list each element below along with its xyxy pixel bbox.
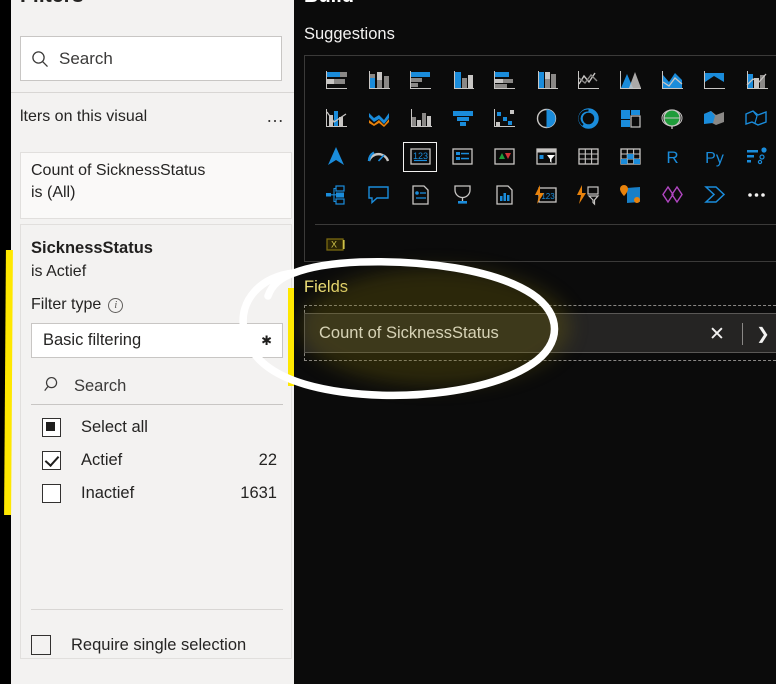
checkbox-partial-icon[interactable] bbox=[42, 418, 61, 437]
divider bbox=[315, 224, 776, 225]
ellipsis-icon[interactable]: ⋯ bbox=[754, 0, 772, 6]
filter-card-condition: is (All) bbox=[31, 184, 76, 201]
svg-text:X: X bbox=[330, 240, 336, 250]
suggestions-gallery: 123 R Py 123 X bbox=[304, 55, 776, 262]
suggestions-row: 123 bbox=[315, 176, 776, 214]
chevron-right-icon[interactable]: ❯ bbox=[751, 322, 775, 346]
filter-card-count-of-sicknessstatus[interactable]: Count of SicknessStatus is (All) bbox=[20, 152, 292, 219]
qa-visual-icon[interactable] bbox=[357, 176, 399, 214]
key-influencers-icon[interactable] bbox=[735, 138, 776, 176]
divider bbox=[31, 609, 283, 610]
suggestions-row bbox=[315, 62, 776, 100]
area-chart-icon[interactable] bbox=[609, 62, 651, 100]
stacked-column-chart-icon[interactable] bbox=[357, 62, 399, 100]
paginated-report-icon[interactable] bbox=[441, 176, 483, 214]
multi-row-card-icon[interactable] bbox=[441, 138, 483, 176]
table-icon[interactable] bbox=[567, 138, 609, 176]
filter-value-row-select-all[interactable]: Select all bbox=[31, 411, 283, 444]
section-more-icon[interactable]: … bbox=[266, 106, 285, 127]
build-pane-title: Build bbox=[304, 0, 354, 8]
divider bbox=[11, 92, 294, 93]
clustered-column-chart-icon[interactable] bbox=[441, 62, 483, 100]
filters-on-this-visual-label: lters on this visual bbox=[20, 108, 148, 125]
filter-value-count: 22 bbox=[258, 451, 277, 469]
chevron-down-icon[interactable]: ⌄ bbox=[223, 0, 236, 4]
info-icon[interactable]: i bbox=[108, 297, 124, 313]
filters-search-placeholder: Search bbox=[59, 48, 113, 68]
chevron-double-right-icon[interactable]: » bbox=[261, 0, 271, 5]
map-icon[interactable] bbox=[651, 100, 693, 138]
100-stacked-column-chart-icon[interactable] bbox=[525, 62, 567, 100]
line-and-stacked-column-chart-icon[interactable] bbox=[735, 62, 776, 100]
stacked-bar-chart-icon[interactable] bbox=[315, 62, 357, 100]
pin-icon[interactable]: ■ bbox=[0, 0, 11, 6]
power-apps-icon[interactable]: 123 bbox=[525, 176, 567, 214]
checkbox-checked-icon[interactable] bbox=[42, 451, 61, 470]
annotation-circle bbox=[239, 257, 559, 400]
filled-map-icon[interactable] bbox=[693, 100, 735, 138]
line-and-clustered-column-chart-icon[interactable] bbox=[315, 100, 357, 138]
screenshot-root: Filters ■ ⌄ » Search lters on this visua… bbox=[0, 0, 776, 684]
power-automate-icon[interactable] bbox=[567, 176, 609, 214]
more-visuals-icon[interactable] bbox=[735, 176, 776, 214]
arcgis-map-icon[interactable] bbox=[609, 176, 651, 214]
slicer-icon[interactable] bbox=[525, 138, 567, 176]
azure-map-icon[interactable] bbox=[315, 138, 357, 176]
smart-narrative-icon[interactable] bbox=[399, 176, 441, 214]
filter-type-label: Filter type bbox=[31, 296, 102, 313]
suggestions-row bbox=[315, 100, 776, 138]
ribbon-chart-icon[interactable] bbox=[693, 62, 735, 100]
divider bbox=[742, 323, 743, 345]
donut-chart-icon[interactable] bbox=[567, 100, 609, 138]
gauge-chart-icon[interactable] bbox=[357, 138, 399, 176]
waterfall-chart-icon[interactable] bbox=[357, 100, 399, 138]
line-chart-icon[interactable] bbox=[567, 62, 609, 100]
filters-pane-title: Filters bbox=[20, 0, 84, 8]
power-bi-report-icon[interactable] bbox=[693, 176, 735, 214]
clustered-bar-chart-icon[interactable] bbox=[399, 62, 441, 100]
card-icon[interactable]: 123 bbox=[399, 138, 441, 176]
close-icon[interactable]: ✕ bbox=[705, 322, 729, 346]
filters-search-input[interactable]: Search bbox=[20, 36, 282, 81]
svg-text:R: R bbox=[666, 148, 678, 167]
filter-values-list: Select all Actief 22 Inactief 1631 bbox=[31, 411, 283, 510]
filter-value-label: Actief bbox=[81, 451, 123, 469]
100-stacked-bar-chart-icon[interactable] bbox=[483, 62, 525, 100]
require-single-selection-label: Require single selection bbox=[71, 635, 247, 654]
shape-map-icon[interactable] bbox=[735, 100, 776, 138]
stacked-area-chart-icon[interactable] bbox=[651, 62, 693, 100]
decomposition-tree-icon[interactable] bbox=[315, 176, 357, 214]
checkbox-unchecked-icon[interactable] bbox=[31, 635, 51, 655]
scatter-chart-icon[interactable] bbox=[483, 100, 525, 138]
metrics-icon[interactable] bbox=[483, 176, 525, 214]
filter-value-row-inactief[interactable]: Inactief 1631 bbox=[31, 477, 283, 510]
checkbox-unchecked-icon[interactable] bbox=[42, 484, 61, 503]
filter-values-search-placeholder: Search bbox=[74, 377, 127, 395]
r-script-visual-icon[interactable]: R bbox=[651, 138, 693, 176]
python-visual-icon[interactable]: Py bbox=[693, 138, 735, 176]
suggestions-label: Suggestions bbox=[304, 25, 395, 43]
filter-card-field-name: Count of SicknessStatus bbox=[31, 162, 206, 179]
filter-value-count: 1631 bbox=[240, 484, 277, 502]
matrix-icon[interactable] bbox=[609, 138, 651, 176]
visio-visual-icon[interactable] bbox=[651, 176, 693, 214]
filter-type-value: Basic filtering bbox=[43, 331, 142, 349]
search-icon bbox=[21, 49, 59, 69]
filter-value-label: Inactief bbox=[81, 484, 135, 502]
svg-text:Py: Py bbox=[705, 150, 724, 167]
funnel-chart-icon[interactable] bbox=[441, 100, 483, 138]
combo-chart-icon[interactable] bbox=[399, 100, 441, 138]
filter-value-row-actief[interactable]: Actief 22 bbox=[31, 444, 283, 477]
require-single-selection-row[interactable]: Require single selection bbox=[31, 635, 246, 655]
kpi-icon[interactable] bbox=[483, 138, 525, 176]
filter-value-label: Select all bbox=[81, 418, 148, 436]
pie-chart-icon[interactable] bbox=[525, 100, 567, 138]
treemap-icon[interactable] bbox=[609, 100, 651, 138]
search-icon bbox=[43, 375, 62, 399]
svg-text:123: 123 bbox=[412, 151, 427, 161]
suggestions-row: 123 R Py bbox=[315, 138, 776, 176]
